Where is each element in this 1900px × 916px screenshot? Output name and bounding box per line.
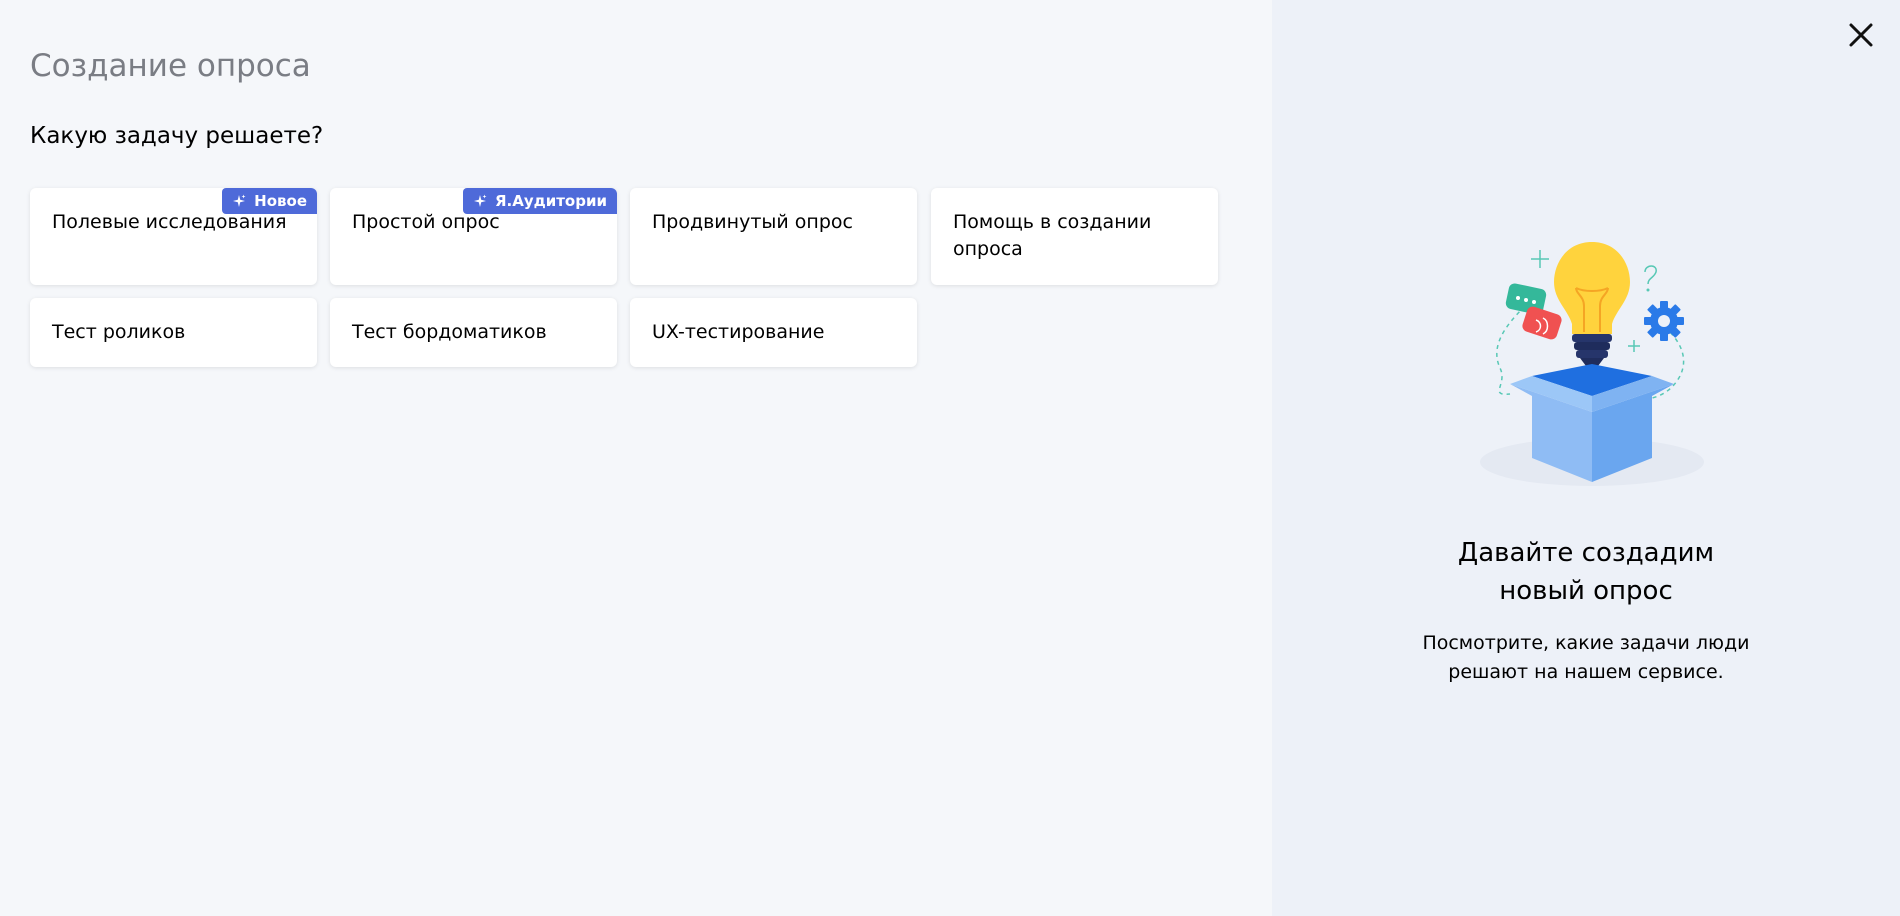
promo-text-line: решают на нашем сервисе. — [1448, 661, 1724, 683]
audiences-badge: Я.Аудитории — [462, 188, 617, 214]
promo-title-line: Давайте создадим — [1457, 538, 1715, 568]
badge-label: Я.Аудитории — [494, 192, 607, 210]
sparkle-icon — [473, 194, 487, 207]
card-advanced-survey[interactable]: Продвинутый опрос — [630, 188, 917, 285]
promo-text-line: Посмотрите, какие задачи люди — [1422, 632, 1750, 654]
card-label: Тест роликов — [52, 321, 186, 343]
card-label: Тест бордоматиков — [352, 321, 547, 343]
page-title: Создание опроса — [30, 48, 311, 84]
new-badge: Новое — [222, 188, 317, 214]
sparkle-icon — [233, 194, 246, 207]
lightbulb-box-illustration — [1480, 242, 1704, 486]
card-animatic-test[interactable]: Тест бордоматиков — [330, 298, 617, 367]
survey-creation-page: Создание опроса Какую задачу решаете? По… — [0, 0, 1900, 916]
close-icon[interactable] — [1846, 20, 1876, 50]
card-label: Помощь в создании опроса — [953, 211, 1152, 260]
card-label: UX-тестирование — [652, 321, 825, 343]
task-selection-panel: Создание опроса Какую задачу решаете? По… — [0, 0, 1272, 916]
card-video-test[interactable]: Тест роликов — [30, 298, 317, 367]
card-ux-testing[interactable]: UX-тестирование — [630, 298, 917, 367]
card-simple-survey[interactable]: Простой опрос Я.Аудитории — [330, 188, 617, 285]
card-field-research[interactable]: Полевые исследования Новое — [30, 188, 317, 285]
promo-title: Давайте создадим новый опрос — [1272, 534, 1900, 610]
task-question: Какую задачу решаете? — [30, 123, 324, 149]
badge-label: Новое — [254, 192, 307, 210]
promo-title-line: новый опрос — [1499, 576, 1673, 606]
card-survey-help[interactable]: Помощь в создании опроса — [931, 188, 1218, 285]
promo-text: Посмотрите, какие задачи люди решают на … — [1272, 629, 1900, 687]
card-label: Продвинутый опрос — [652, 211, 853, 233]
